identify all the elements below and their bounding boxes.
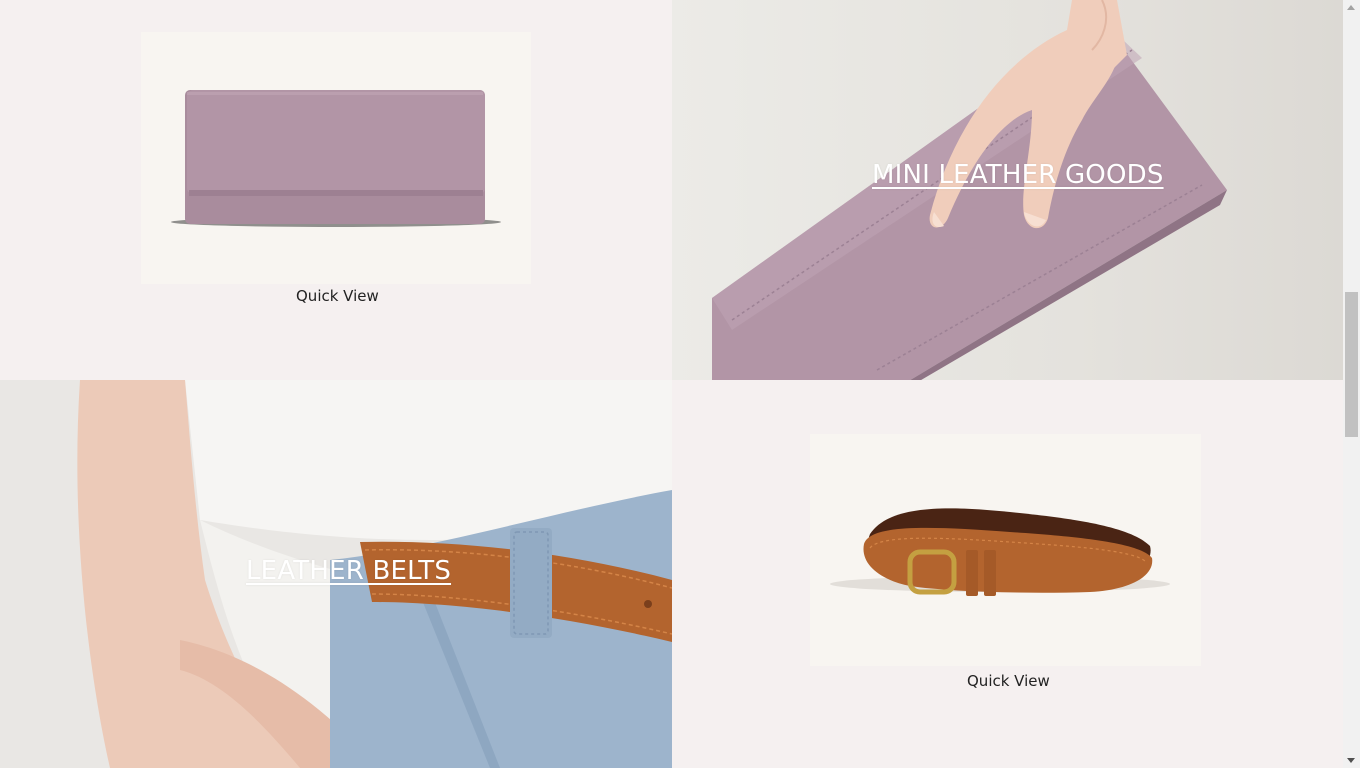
scroll-down-arrow-icon[interactable] (1347, 758, 1355, 763)
quick-view-link[interactable]: Quick View (296, 287, 379, 305)
category-link-mini-leather-goods[interactable]: MINI LEATHER GOODS (872, 160, 1164, 190)
category-grid: Quick View MINI LEATHER GOODS LEATHER BE… (0, 0, 1343, 768)
vertical-scrollbar[interactable] (1343, 0, 1360, 768)
belt-product-image[interactable] (810, 434, 1201, 666)
wallet-product-image[interactable] (141, 32, 531, 284)
quick-view-link[interactable]: Quick View (967, 672, 1050, 690)
category-banner-mini-leather-goods[interactable]: MINI LEATHER GOODS (672, 0, 1343, 380)
product-card-wallet[interactable]: Quick View (0, 0, 672, 380)
product-card-belt[interactable]: Quick View (672, 380, 1343, 768)
scroll-up-arrow-icon[interactable] (1347, 5, 1355, 10)
scrollbar-thumb[interactable] (1345, 292, 1358, 437)
wallet-illustration (171, 90, 501, 227)
belt-illustration (830, 508, 1170, 596)
mini-leather-goods-photo (712, 0, 1227, 380)
category-banner-leather-belts[interactable]: LEATHER BELTS (0, 380, 672, 768)
category-link-leather-belts[interactable]: LEATHER BELTS (246, 556, 451, 586)
